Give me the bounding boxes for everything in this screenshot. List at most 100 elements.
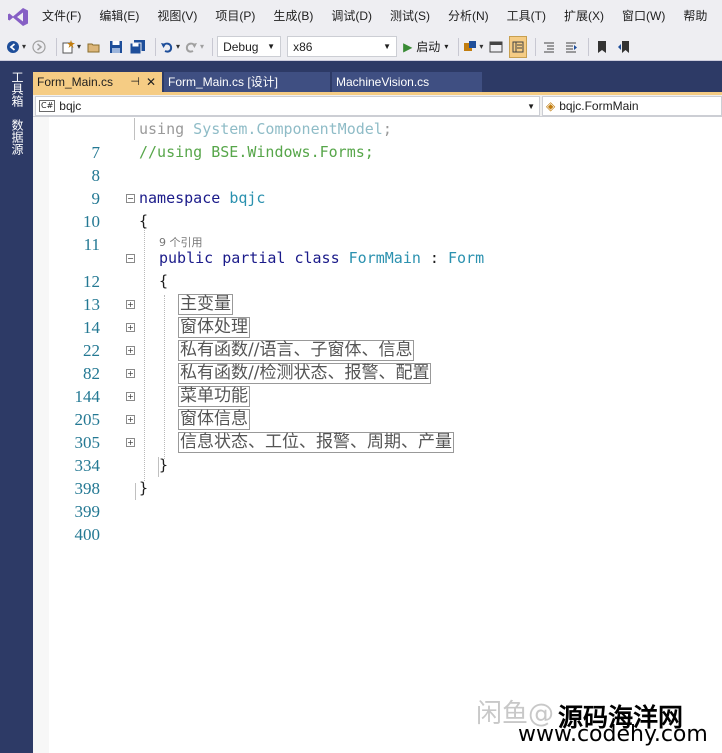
region-label: 信息状态、工位、报警、周期、产量 — [178, 432, 454, 453]
code-line: 398 } — [33, 454, 722, 498]
namespace-name: bqjc — [229, 189, 266, 207]
navigate-back-icon[interactable]: ▾ — [6, 36, 26, 58]
solution-configuration-value: Debug — [223, 39, 259, 54]
collapsed-region[interactable]: 窗体信息 — [178, 408, 250, 431]
tab-machine-vision-cs[interactable]: MachineVision.cs — [332, 72, 482, 93]
menu-view[interactable]: 视图(V) — [148, 0, 206, 33]
code-line: 8 //using BSE.Windows.Forms; — [33, 141, 722, 185]
menu-tools[interactable]: 工具(T) — [498, 0, 555, 33]
keyword-namespace: namespace — [139, 189, 221, 207]
expand-icon[interactable]: + — [126, 438, 135, 447]
toolbar-separator — [535, 37, 537, 56]
project-select-value: bqjc — [59, 99, 82, 113]
open-file-icon[interactable] — [85, 36, 103, 58]
expand-icon[interactable]: + — [126, 415, 135, 424]
expand-icon[interactable]: + — [126, 392, 135, 401]
menu-build[interactable]: 生成(B) — [264, 0, 322, 33]
comment-lines-icon[interactable] — [540, 36, 558, 58]
menu-debug[interactable]: 调试(D) — [322, 0, 381, 33]
code-line: 12 − public partial class FormMain : For… — [33, 247, 722, 291]
expand-icon[interactable]: + — [126, 369, 135, 378]
region-label: 窗体信息 — [178, 409, 250, 430]
code-text: namespace bqjc — [139, 187, 265, 210]
pin-icon[interactable]: ⊣ — [130, 72, 140, 93]
browser-link-icon[interactable]: ▾ — [463, 36, 483, 58]
csharp-file-icon: C# — [39, 100, 56, 112]
code-line: 144 + 私有函数//检测状态、报警、配置 — [33, 362, 722, 406]
chevron-down-icon: ▼ — [527, 101, 535, 111]
data-sources-tab[interactable]: 数据源 — [6, 119, 26, 155]
solution-configuration-select[interactable]: Debug ▼ — [217, 36, 282, 57]
menu-edit[interactable]: 编辑(E) — [90, 0, 148, 33]
start-debugging-button[interactable]: ▶ 启动 ▾ — [403, 38, 448, 55]
toggle-panel-icon[interactable] — [487, 36, 505, 58]
menu-window[interactable]: 窗口(W) — [613, 0, 674, 33]
code-line: 7 using System.ComponentModel; — [33, 118, 722, 162]
code-text: using System.ComponentModel; — [139, 120, 392, 138]
toolbar-separator — [458, 37, 460, 56]
previous-bookmark-icon[interactable] — [615, 36, 633, 58]
menu-analyze[interactable]: 分析(N) — [439, 0, 498, 33]
document-tab-bar: Form_Main.cs ⊣ ✕ Form_Main.cs [设计] Machi… — [33, 61, 722, 93]
code-editor[interactable]: 7 using System.ComponentModel; 8 //using… — [33, 117, 722, 753]
navigate-forward-icon[interactable] — [30, 36, 48, 58]
solution-platform-value: x86 — [293, 39, 313, 54]
toolbox-tab[interactable]: 工具箱 — [6, 71, 26, 107]
code-text: } — [159, 456, 169, 474]
code-text: public partial class FormMain : Form — [159, 249, 485, 267]
project-select[interactable]: C# bqjc ▼ — [35, 96, 540, 116]
save-all-icon[interactable] — [129, 36, 147, 58]
expand-icon[interactable]: + — [126, 323, 135, 332]
tab-form-main-cs[interactable]: Form_Main.cs ⊣ ✕ — [33, 72, 162, 93]
new-project-icon[interactable]: ▾ — [61, 36, 81, 58]
undo-icon[interactable]: ▾ — [160, 36, 180, 58]
visual-studio-logo-icon[interactable] — [0, 0, 36, 33]
collapsed-region[interactable]: 窗体处理 — [178, 316, 250, 339]
tab-form-main-designer[interactable]: Form_Main.cs [设计] — [164, 72, 330, 93]
region-label: 私有函数//语言、子窗体、信息 — [178, 340, 415, 361]
collapsed-region[interactable]: 私有函数//检测状态、报警、配置 — [178, 362, 432, 385]
code-text: } — [139, 479, 149, 497]
code-line: 205 + 菜单功能 — [33, 385, 722, 429]
bookmark-icon[interactable] — [593, 36, 611, 58]
code-line: 334 + 信息状态、工位、报警、周期、产量 — [33, 431, 722, 475]
region-label: 主变量 — [178, 294, 233, 315]
menu-file[interactable]: 文件(F) — [36, 0, 90, 33]
line-number: 400 — [74, 525, 101, 544]
collapse-icon[interactable]: − — [126, 194, 135, 203]
code-line: 14 + 主变量 — [33, 293, 722, 337]
class-icon: ◈ — [546, 99, 556, 113]
expand-icon[interactable]: + — [126, 346, 135, 355]
collapsed-region[interactable]: 主变量 — [178, 293, 233, 316]
side-tool-tabs: 工具箱 数据源 — [0, 61, 33, 753]
chevron-down-icon: ▼ — [267, 42, 276, 51]
code-line: 22 + 窗体处理 — [33, 316, 722, 360]
menu-test[interactable]: 测试(S) — [381, 0, 439, 33]
tab-label: Form_Main.cs — [37, 75, 114, 89]
menu-project[interactable]: 项目(P) — [206, 0, 264, 33]
solution-platform-select[interactable]: x86 ▼ — [287, 36, 398, 57]
tab-label: MachineVision.cs — [336, 75, 430, 89]
redo-icon[interactable]: ▾ — [184, 36, 204, 58]
collapse-icon[interactable]: − — [126, 254, 135, 263]
expand-icon[interactable]: + — [126, 300, 135, 309]
collapsed-region[interactable]: 私有函数//语言、子窗体、信息 — [178, 339, 415, 362]
uncomment-lines-icon[interactable] — [562, 36, 580, 58]
start-button-label: 启动 — [416, 40, 441, 54]
code-line: 399 } — [33, 477, 722, 521]
chevron-down-icon: ▼ — [383, 42, 392, 51]
collapsed-region[interactable]: 信息状态、工位、报警、周期、产量 — [178, 431, 454, 454]
code-text: { — [159, 272, 169, 290]
region-label: 私有函数//检测状态、报警、配置 — [178, 363, 432, 384]
code-line: 13 { — [33, 270, 722, 314]
toggle-view-icon[interactable] — [509, 35, 528, 58]
region-label: 菜单功能 — [178, 386, 250, 407]
type-select[interactable]: ◈ bqjc.FormMain — [542, 96, 722, 116]
code-line: 82 + 私有函数//语言、子窗体、信息 — [33, 339, 722, 383]
menu-extensions[interactable]: 扩展(X) — [555, 0, 613, 33]
collapsed-region[interactable]: 菜单功能 — [178, 385, 250, 408]
close-icon[interactable]: ✕ — [146, 72, 156, 93]
save-icon[interactable] — [107, 36, 125, 58]
chevron-down-icon: ▾ — [444, 42, 449, 51]
menu-help[interactable]: 帮助 — [674, 0, 716, 33]
